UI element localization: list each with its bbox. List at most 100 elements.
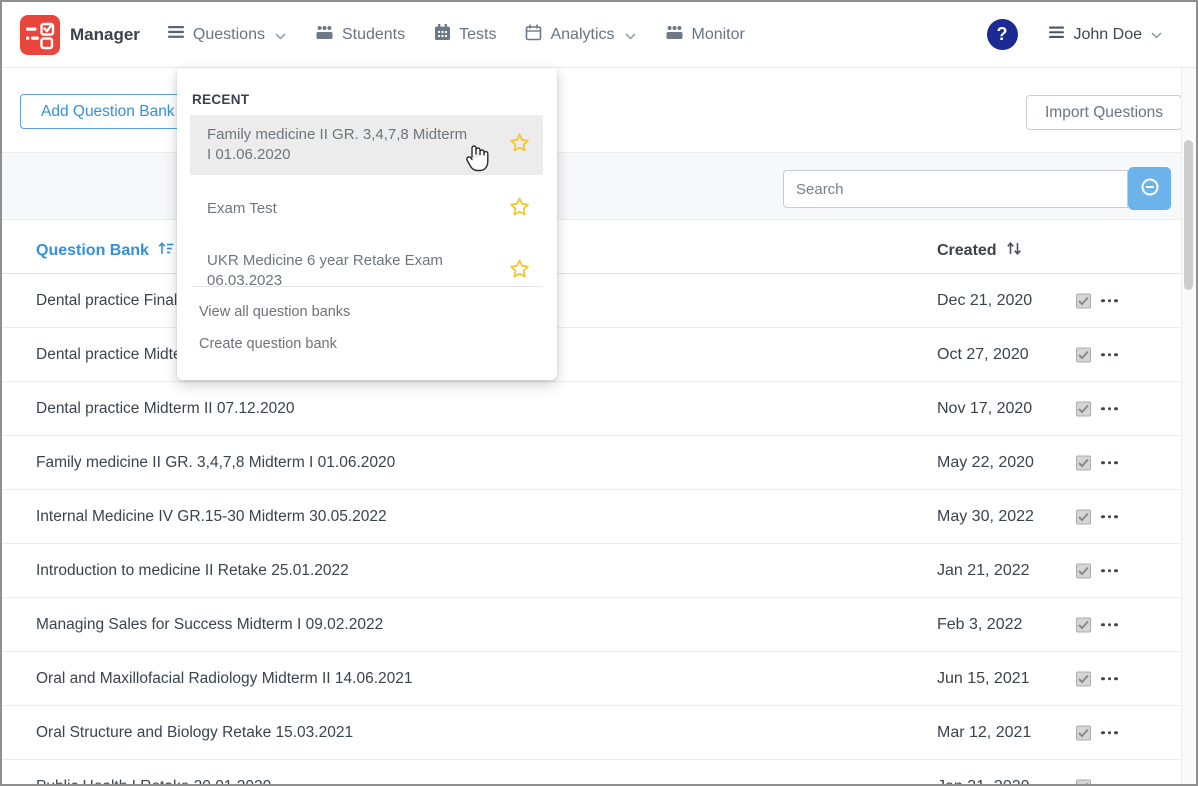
row-checkbox[interactable] <box>1076 293 1091 308</box>
row-checkbox[interactable] <box>1076 455 1091 470</box>
row-name: Managing Sales for Success Midterm I 09.… <box>36 616 383 634</box>
nav-item-analytics[interactable]: Analytics <box>525 24 635 46</box>
row-checkbox[interactable] <box>1076 509 1091 524</box>
row-checkbox[interactable] <box>1076 617 1091 632</box>
nav-label-monitor: Monitor <box>692 26 745 44</box>
row-actions-menu-icon[interactable] <box>1099 781 1120 786</box>
row-checkbox[interactable] <box>1076 347 1091 362</box>
recent-question-bank-item[interactable]: Family medicine II GR. 3,4,7,8 Midterm I… <box>190 115 543 175</box>
row-created: Mar 12, 2021 <box>937 724 1031 742</box>
nav-item-students[interactable]: Students <box>315 25 405 45</box>
question-mark-icon: ? <box>997 24 1008 45</box>
recent-item-label: Exam Test <box>190 191 325 227</box>
hamburger-icon <box>1048 26 1065 44</box>
row-created: May 30, 2022 <box>937 508 1034 526</box>
row-name: Dental practice Midterm II 07.12.2020 <box>36 400 294 418</box>
nav-label-analytics: Analytics <box>550 26 614 44</box>
star-favorite-icon[interactable] <box>509 197 530 222</box>
check-icon <box>1078 782 1089 786</box>
nav-label-tests: Tests <box>459 26 496 44</box>
row-actions-menu-icon[interactable] <box>1099 619 1120 631</box>
row-name: Oral and Maxillofacial Radiology Midterm… <box>36 670 413 688</box>
recent-question-bank-item[interactable]: UKR Medicine 6 year Retake Exam 06.03.20… <box>190 243 543 299</box>
table-row[interactable]: Internal Medicine IV GR.15-30 Midterm 30… <box>2 490 1196 544</box>
app-title: Manager <box>70 25 140 45</box>
import-questions-button[interactable]: Import Questions <box>1026 95 1182 130</box>
row-actions-menu-icon[interactable] <box>1099 565 1120 577</box>
row-checkbox[interactable] <box>1076 401 1091 416</box>
users-icon <box>315 25 334 45</box>
table-row[interactable]: Public Health I Retake 20.01.2020 Jan 31… <box>2 760 1196 786</box>
create-question-bank-link[interactable]: Create question bank <box>199 336 337 352</box>
chevron-down-icon <box>625 27 636 45</box>
row-actions-menu-icon[interactable] <box>1099 403 1120 415</box>
table-row[interactable]: Oral Structure and Biology Retake 15.03.… <box>2 706 1196 760</box>
help-button[interactable]: ? <box>987 19 1018 50</box>
app-logo-icon[interactable] <box>20 15 60 55</box>
row-actions-menu-icon[interactable] <box>1099 457 1120 469</box>
view-all-question-banks-link[interactable]: View all question banks <box>199 304 350 320</box>
row-checkbox[interactable] <box>1076 779 1091 786</box>
row-actions-menu-icon[interactable] <box>1099 673 1120 685</box>
recent-question-bank-item[interactable]: Exam Test <box>190 191 543 227</box>
nav-label-questions: Questions <box>193 26 265 44</box>
sort-amount-up-icon <box>158 241 174 261</box>
column-label: Created <box>937 242 997 260</box>
row-checkbox[interactable] <box>1076 563 1091 578</box>
nav-item-questions[interactable]: Questions <box>167 25 286 45</box>
row-name: Internal Medicine IV GR.15-30 Midterm 30… <box>36 508 387 526</box>
nav-item-monitor[interactable]: Monitor <box>665 25 745 45</box>
check-icon <box>1078 620 1089 629</box>
chevron-down-icon <box>1151 26 1162 44</box>
dropdown-recent-list: Family medicine II GR. 3,4,7,8 Midterm I… <box>190 115 543 299</box>
row-actions-menu-icon[interactable] <box>1099 349 1120 361</box>
calendar-solid-icon <box>434 24 451 46</box>
column-header-question-bank[interactable]: Question Bank <box>36 241 174 261</box>
row-checkbox[interactable] <box>1076 671 1091 686</box>
main-nav: Questions Students <box>167 24 745 46</box>
dropdown-divider <box>192 286 542 287</box>
table-row[interactable]: Family medicine II GR. 3,4,7,8 Midterm I… <box>2 436 1196 490</box>
users-icon <box>665 25 684 45</box>
search-input[interactable] <box>783 170 1128 208</box>
scrollbar-track[interactable] <box>1181 68 1196 786</box>
row-actions-menu-icon[interactable] <box>1099 511 1120 523</box>
row-name: Family medicine II GR. 3,4,7,8 Midterm I… <box>36 454 395 472</box>
row-created: Feb 3, 2022 <box>937 616 1022 634</box>
star-favorite-icon[interactable] <box>509 133 530 158</box>
column-header-created[interactable]: Created <box>937 241 1022 261</box>
chevron-down-icon <box>275 27 286 45</box>
row-name: Oral Structure and Biology Retake 15.03.… <box>36 724 353 742</box>
check-icon <box>1078 566 1089 575</box>
row-actions-menu-icon[interactable] <box>1099 727 1120 739</box>
check-icon <box>1078 512 1089 521</box>
check-icon <box>1078 350 1089 359</box>
recent-item-label: UKR Medicine 6 year Retake Exam 06.03.20… <box>190 243 520 299</box>
clear-search-button[interactable] <box>1128 167 1171 210</box>
check-icon <box>1078 728 1089 737</box>
table-row[interactable]: Dental practice Midterm II 07.12.2020 No… <box>2 382 1196 436</box>
table-row[interactable]: Introduction to medicine II Retake 25.01… <box>2 544 1196 598</box>
table-row[interactable]: Managing Sales for Success Midterm I 09.… <box>2 598 1196 652</box>
scrollbar-thumb[interactable] <box>1184 140 1193 290</box>
nav-item-tests[interactable]: Tests <box>434 24 496 46</box>
row-name: Introduction to medicine II Retake 25.01… <box>36 562 349 580</box>
recent-item-label: Family medicine II GR. 3,4,7,8 Midterm I… <box>190 117 520 173</box>
column-label: Question Bank <box>36 242 149 260</box>
top-nav: Manager Questions <box>2 2 1196 68</box>
nav-label-students: Students <box>342 26 405 44</box>
sort-up-down-icon <box>1006 241 1022 261</box>
star-favorite-icon[interactable] <box>509 259 530 284</box>
check-icon <box>1078 458 1089 467</box>
check-icon <box>1078 674 1089 683</box>
row-created: Jun 15, 2021 <box>937 670 1030 688</box>
row-checkbox[interactable] <box>1076 725 1091 740</box>
menu-lines-icon <box>167 25 185 44</box>
table-row[interactable]: Oral and Maxillofacial Radiology Midterm… <box>2 652 1196 706</box>
row-created: Nov 17, 2020 <box>937 400 1032 418</box>
check-icon <box>1078 404 1089 413</box>
row-actions-menu-icon[interactable] <box>1099 295 1120 307</box>
minus-circle-icon <box>1139 176 1161 201</box>
user-menu[interactable]: John Doe <box>1048 26 1163 44</box>
recent-section-label: RECENT <box>192 92 249 107</box>
